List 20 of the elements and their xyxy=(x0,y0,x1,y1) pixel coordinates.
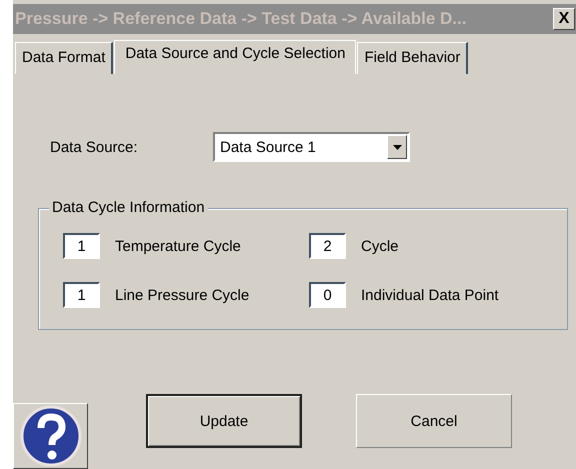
number-field[interactable]: 2 xyxy=(309,233,346,259)
tab[interactable]: Data Format xyxy=(15,42,114,74)
number-field[interactable]: 0 xyxy=(309,282,346,308)
field-label: Individual Data Point xyxy=(361,286,499,304)
field-label: Line Pressure Cycle xyxy=(115,286,250,304)
tab[interactable]: Data Source and Cycle Selection xyxy=(114,40,356,74)
field-label: Temperature Cycle xyxy=(115,238,241,254)
help-button[interactable] xyxy=(13,403,88,469)
dialog-button[interactable]: Update xyxy=(146,394,302,448)
number-field[interactable]: 1 xyxy=(63,282,100,308)
dialog-button[interactable]: Cancel xyxy=(356,394,512,448)
help-icon xyxy=(18,405,84,467)
group-title: Data Cycle Information xyxy=(49,199,208,216)
data-source-label: Data Source: xyxy=(50,138,139,156)
number-field[interactable]: 1 xyxy=(63,233,100,259)
field-label: Cycle xyxy=(361,238,399,254)
window-title: Pressure -> Reference Data -> Test Data -> Available D... xyxy=(15,9,466,29)
tab[interactable]: Field Behavior xyxy=(357,42,468,74)
close-button[interactable]: X xyxy=(553,8,575,30)
data-source-dropdown[interactable]: Data Source 1 xyxy=(213,132,410,162)
